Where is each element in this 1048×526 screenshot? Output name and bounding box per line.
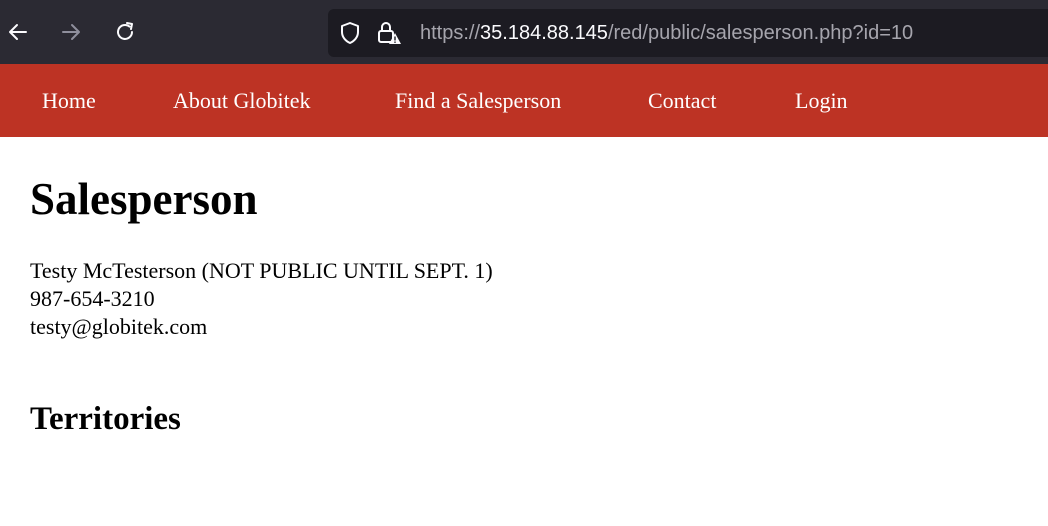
salesperson-email: testy@globitek.com	[30, 314, 208, 339]
url-path: /red/public/salesperson.php?id=10	[607, 22, 914, 44]
url-text[interactable]: https://35.184.88.145/red/public/salespe…	[420, 21, 913, 45]
browser-toolbar: https://35.184.88.145/red/public/salespe…	[0, 0, 1048, 64]
nav-home-link[interactable]: Home	[42, 88, 96, 114]
lock-warning-icon[interactable]	[376, 20, 402, 46]
arrow-left-icon[interactable]	[0, 14, 36, 50]
nav-about-link[interactable]: About Globitek	[173, 88, 311, 114]
territories-heading: Territories	[30, 401, 181, 437]
site-nav: Home About Globitek Find a Salesperson C…	[0, 64, 1048, 137]
salesperson-phone: 987-654-3210	[30, 286, 155, 311]
shield-icon[interactable]	[337, 20, 363, 46]
url-prefix: https://	[420, 22, 481, 44]
reload-icon[interactable]	[107, 14, 143, 50]
page-title: Salesperson	[30, 174, 258, 224]
nav-find-salesperson-link[interactable]: Find a Salesperson	[395, 88, 561, 114]
nav-contact-link[interactable]: Contact	[648, 88, 716, 114]
salesperson-name: Testy McTesterson (NOT PUBLIC UNTIL SEPT…	[30, 258, 493, 283]
address-bar[interactable]: https://35.184.88.145/red/public/salespe…	[328, 9, 1048, 57]
nav-login-link[interactable]: Login	[795, 88, 848, 114]
arrow-right-icon[interactable]	[53, 14, 89, 50]
url-host: 35.184.88.145	[480, 22, 608, 44]
